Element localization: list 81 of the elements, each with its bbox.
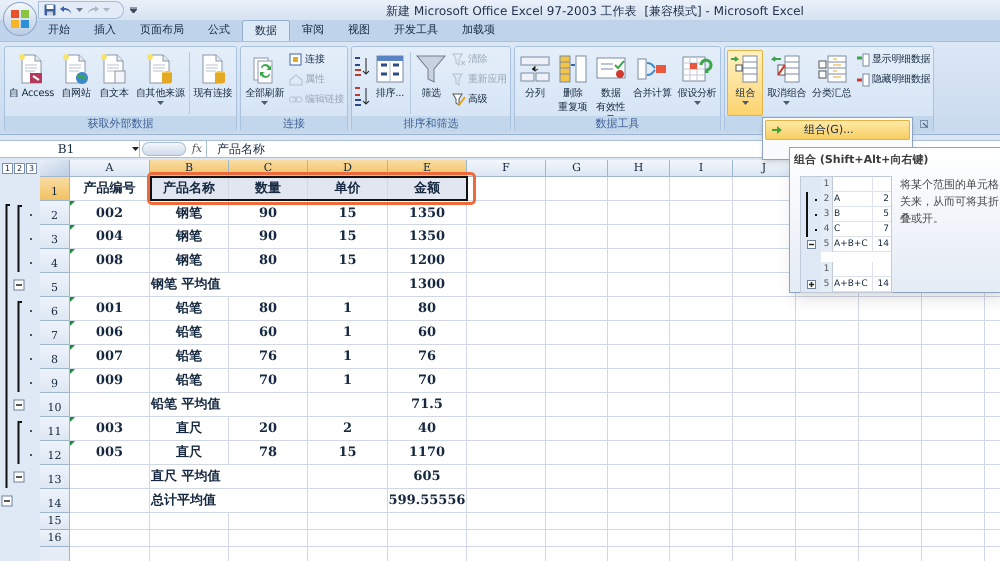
cell-text: 金额: [414, 180, 440, 198]
cell-text: 15: [338, 228, 357, 246]
cell-text: 80: [258, 300, 278, 318]
cell-text: 002: [96, 204, 124, 222]
cell-text: 15: [338, 252, 357, 270]
cell-text: 1170: [408, 444, 446, 462]
row-number: 1: [821, 176, 833, 192]
cell-text: 007: [96, 348, 124, 366]
cell-text: 直尺 平均值: [151, 468, 221, 486]
tooltip-description: 将某个范围的单元格关来，从而可将其折叠或开。: [900, 176, 1000, 226]
cell-text: 005: [96, 444, 124, 462]
cell-text: 78: [258, 444, 278, 462]
cell-text: 铅笔 平均值: [151, 396, 221, 414]
cell-text: 20: [258, 420, 278, 438]
group-label: 连接: [283, 116, 306, 132]
cell-text: 008: [96, 252, 124, 270]
cell-text: 1: [342, 348, 352, 366]
cell-text: 产品编号: [84, 180, 136, 198]
group-label: 数据工具: [596, 116, 640, 132]
cell-text: 71.5: [411, 396, 443, 414]
cell-text: 数量: [255, 180, 281, 198]
cell-text: 40: [418, 420, 436, 438]
cell-text: 003: [96, 420, 124, 438]
cell-text: 15: [338, 204, 357, 222]
cell-text: 605: [413, 468, 441, 486]
cell-text: 14: [878, 238, 889, 248]
cell-text: 产品名称: [163, 180, 215, 198]
cell-text: 80: [258, 252, 278, 270]
cell-text: 铅笔: [176, 324, 202, 342]
cell-text: A+B+C: [834, 238, 868, 248]
cell-text: 76: [418, 348, 436, 366]
cell-text: 铅笔: [176, 300, 202, 318]
cell-text: 006: [96, 324, 124, 342]
cell-text: A: [834, 194, 840, 204]
cell-text: 80: [418, 300, 436, 318]
cell-text: 钢笔: [176, 204, 202, 222]
cell-text: 001: [96, 300, 124, 318]
cell-text: 1300: [408, 276, 446, 294]
row-number: 4: [821, 222, 833, 236]
cell-text: 76: [258, 348, 278, 366]
cell-text: A+B+C: [834, 278, 868, 288]
cell-text: 单价: [334, 180, 360, 198]
cell-text: 009: [96, 372, 124, 390]
cell-text: 钢笔 平均值: [151, 276, 221, 294]
cell-text: 004: [96, 228, 124, 246]
cell-text: 90: [258, 204, 278, 222]
cell-text: 总计平均值: [151, 492, 216, 510]
row-number: 5: [821, 236, 833, 252]
cell-text: 14: [878, 278, 889, 288]
cell-text: 599.55556: [388, 492, 466, 510]
cell-text: 1: [342, 300, 352, 318]
cell-text: 1: [342, 372, 352, 390]
row-number: 1: [821, 262, 833, 276]
cell-text: 铅笔: [176, 348, 202, 366]
cell-text: 直尺: [176, 444, 202, 462]
cell-text: 1350: [408, 228, 446, 246]
cell-text: 2: [342, 420, 352, 438]
cell-text: 直尺: [176, 420, 202, 438]
cell-text: 1200: [408, 252, 446, 270]
row-number: 2: [821, 192, 833, 206]
row-number: 3: [821, 206, 833, 222]
cell-text: 70: [418, 372, 436, 390]
cell-text: C: [834, 224, 840, 234]
group-label: 排序和筛选: [403, 116, 458, 132]
cell-text: 5: [883, 208, 889, 218]
group-label: 获取外部数据: [88, 116, 154, 132]
cell-text: 钢笔: [176, 252, 202, 270]
cell-text: B: [834, 208, 840, 218]
window-title: 新建 Microsoft Office Excel 97-2003 工作表 [兼容模式] - Microsoft Excel: [385, 3, 805, 20]
row-number: 5: [821, 276, 833, 292]
cell-text: 1350: [408, 204, 446, 222]
cell-text: 铅笔: [176, 372, 202, 390]
cell-text: 70: [258, 372, 278, 390]
cell-text: 60: [258, 324, 278, 342]
cell-text: 7: [883, 224, 889, 234]
cell-text: 1: [342, 324, 352, 342]
cell-text: 90: [258, 228, 278, 246]
cell-text: 2: [883, 194, 889, 204]
cell-text: 60: [418, 324, 436, 342]
cell-text: 15: [338, 444, 357, 462]
cell-text: 钢笔: [176, 228, 202, 246]
